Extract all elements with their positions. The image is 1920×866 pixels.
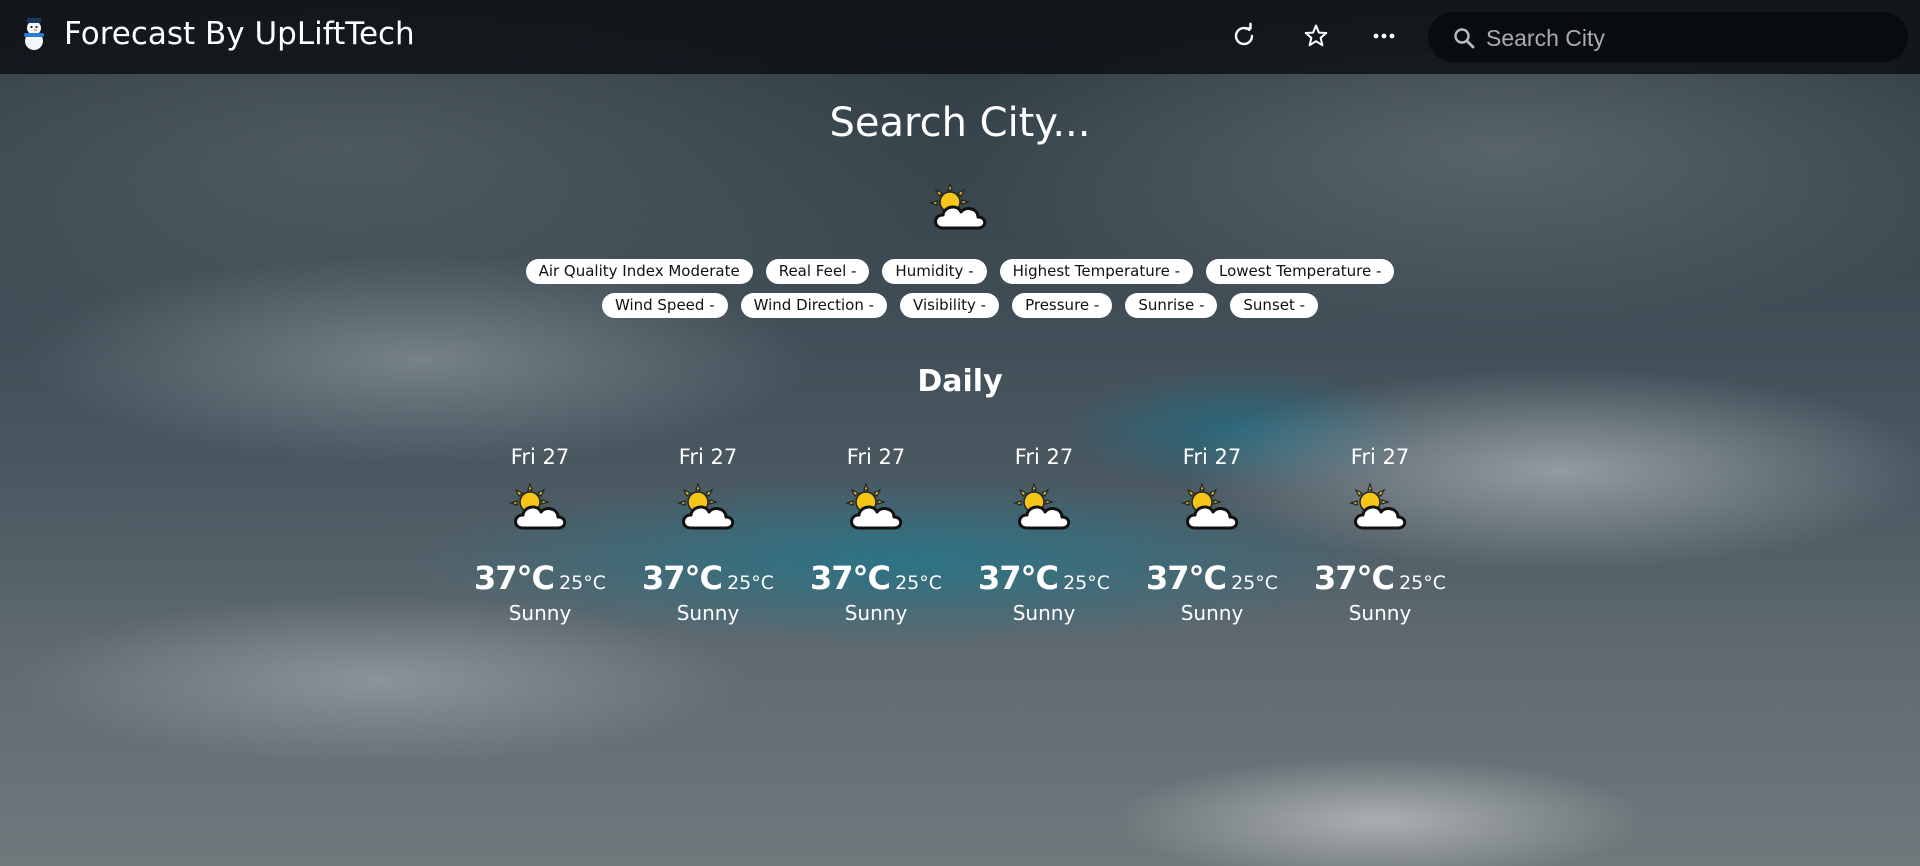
app-header: Forecast By UpLiftTech (0, 0, 1920, 74)
daily-forecast-item: Fri 27 37°C 25°C Sunny (624, 442, 792, 626)
refresh-button[interactable] (1226, 18, 1262, 54)
detail-chip-wind-speed: Wind Speed - (601, 293, 728, 318)
forecast-high-temp: 37°C (1145, 559, 1227, 597)
forecast-date: Fri 27 (1182, 445, 1242, 469)
refresh-icon (1234, 22, 1254, 46)
star-icon (1304, 24, 1328, 47)
daily-forecast-item: Fri 27 37°C 25°C Sunny (792, 442, 960, 626)
partly-sunny-icon (509, 482, 567, 530)
more-options-button[interactable] (1366, 18, 1402, 54)
forecast-high-temp: 37°C (809, 559, 891, 597)
snowman-icon (24, 18, 44, 50)
forecast-low-temp: 25°C (1231, 572, 1279, 594)
forecast-low-temp: 25°C (1399, 572, 1447, 594)
detail-chip-real-feel: Real Feel - (765, 259, 870, 284)
forecast-low-temp: 25°C (559, 572, 607, 594)
partly-sunny-icon (929, 182, 987, 230)
partly-sunny-icon (1349, 482, 1407, 530)
forecast-low-temp: 25°C (895, 572, 943, 594)
forecast-date: Fri 27 (846, 445, 906, 469)
detail-chip-air-quality: Air Quality Index Moderate (525, 259, 753, 284)
forecast-date: Fri 27 (1350, 445, 1410, 469)
detail-chip-sunrise: Sunrise - (1125, 293, 1218, 318)
forecast-high-temp: 37°C (1313, 559, 1395, 597)
forecast-date: Fri 27 (678, 445, 738, 469)
forecast-low-temp: 25°C (727, 572, 775, 594)
daily-heading: Daily (917, 364, 1003, 399)
detail-chip-humidity: Humidity - (882, 259, 987, 284)
weather-details-row-2: Wind Speed - Wind Direction - Visibility… (0, 293, 1920, 318)
detail-chip-highest-temperature: Highest Temperature - (999, 259, 1193, 284)
forecast-high-temp: 37°C (473, 559, 555, 597)
city-search-box[interactable] (1428, 12, 1908, 62)
partly-sunny-icon (1013, 482, 1071, 530)
forecast-date: Fri 27 (510, 445, 570, 469)
detail-chip-visibility: Visibility - (900, 293, 1000, 318)
detail-chip-wind-direction: Wind Direction - (740, 293, 888, 318)
daily-forecast-item: Fri 27 37°C 25°C Sunny (960, 442, 1128, 626)
city-heading: Search City... (829, 100, 1091, 146)
forecast-high-temp: 37°C (977, 559, 1059, 597)
weather-details-row-1: Air Quality Index Moderate Real Feel - H… (0, 259, 1920, 284)
partly-sunny-icon (1181, 482, 1239, 530)
daily-forecast-item: Fri 27 37°C 25°C Sunny (1296, 442, 1464, 626)
more-horizontal-icon (1373, 33, 1395, 39)
forecast-low-temp: 25°C (1063, 572, 1111, 594)
partly-sunny-icon (845, 482, 903, 530)
forecast-high-temp: 37°C (641, 559, 723, 597)
forecast-date: Fri 27 (1014, 445, 1074, 469)
detail-chip-sunset: Sunset - (1230, 293, 1319, 318)
daily-forecast-item: Fri 27 37°C 25°C Sunny (456, 442, 624, 626)
search-icon (1454, 28, 1475, 49)
city-search-input[interactable] (1484, 20, 1888, 56)
favorite-button[interactable] (1298, 18, 1334, 54)
partly-sunny-icon (677, 482, 735, 530)
detail-chip-lowest-temperature: Lowest Temperature - (1206, 259, 1395, 284)
app-title: Forecast By UpLiftTech (64, 16, 415, 52)
detail-chip-pressure: Pressure - (1012, 293, 1113, 318)
daily-forecast-item: Fri 27 37°C 25°C Sunny (1128, 442, 1296, 626)
